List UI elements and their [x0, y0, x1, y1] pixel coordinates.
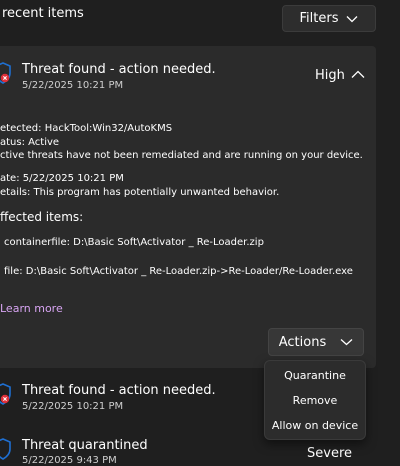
threat-date: 5/22/2025 10:21 PM: [22, 401, 124, 412]
threat-date: 5/22/2025 10:21 PM: [22, 80, 124, 91]
severity-label: Severe: [307, 446, 352, 461]
shield-alert-icon: [0, 383, 11, 405]
filters-button[interactable]: Filters: [282, 5, 376, 32]
threat-title: Threat quarantined: [22, 438, 148, 453]
shield-icon: [0, 438, 11, 460]
status-line: atus: Active: [0, 137, 60, 148]
chevron-down-icon: [347, 15, 358, 22]
affected-items-heading: ffected items:: [0, 210, 84, 224]
threat-title: Threat found - action needed.: [22, 62, 216, 77]
menu-item-remove[interactable]: Remove: [265, 394, 365, 407]
menu-item-allow-on-device[interactable]: Allow on device: [265, 419, 365, 432]
threat-card-expanded: [0, 46, 376, 368]
status-note: ctive threats have not been remediated a…: [0, 150, 363, 161]
learn-more-link[interactable]: Learn more: [0, 302, 63, 315]
actions-menu: Quarantine Remove Allow on device: [264, 360, 366, 440]
chevron-up-icon[interactable]: [351, 70, 365, 79]
threat-date: 5/22/2025 9:43 PM: [22, 455, 117, 466]
affected-item: containerfile: D:\Basic Soft\Activator _…: [4, 237, 264, 248]
severity-label: High: [315, 68, 345, 83]
chevron-down-icon: [340, 339, 353, 346]
details-line: etails: This program has potentially unw…: [0, 187, 280, 198]
affected-item: file: D:\Basic Soft\Activator _ Re-Loade…: [4, 266, 353, 277]
threat-title: Threat found - action needed.: [22, 383, 216, 398]
menu-item-quarantine[interactable]: Quarantine: [265, 369, 365, 382]
filters-label: Filters: [299, 11, 339, 26]
actions-button[interactable]: Actions: [268, 328, 364, 356]
actions-label: Actions: [278, 334, 327, 350]
shield-alert-icon: [0, 62, 11, 84]
page-title: recent items: [2, 6, 84, 21]
date-line: ate: 5/22/2025 10:21 PM: [0, 173, 124, 184]
detected-line: etected: HackTool:Win32/AutoKMS: [0, 123, 173, 134]
